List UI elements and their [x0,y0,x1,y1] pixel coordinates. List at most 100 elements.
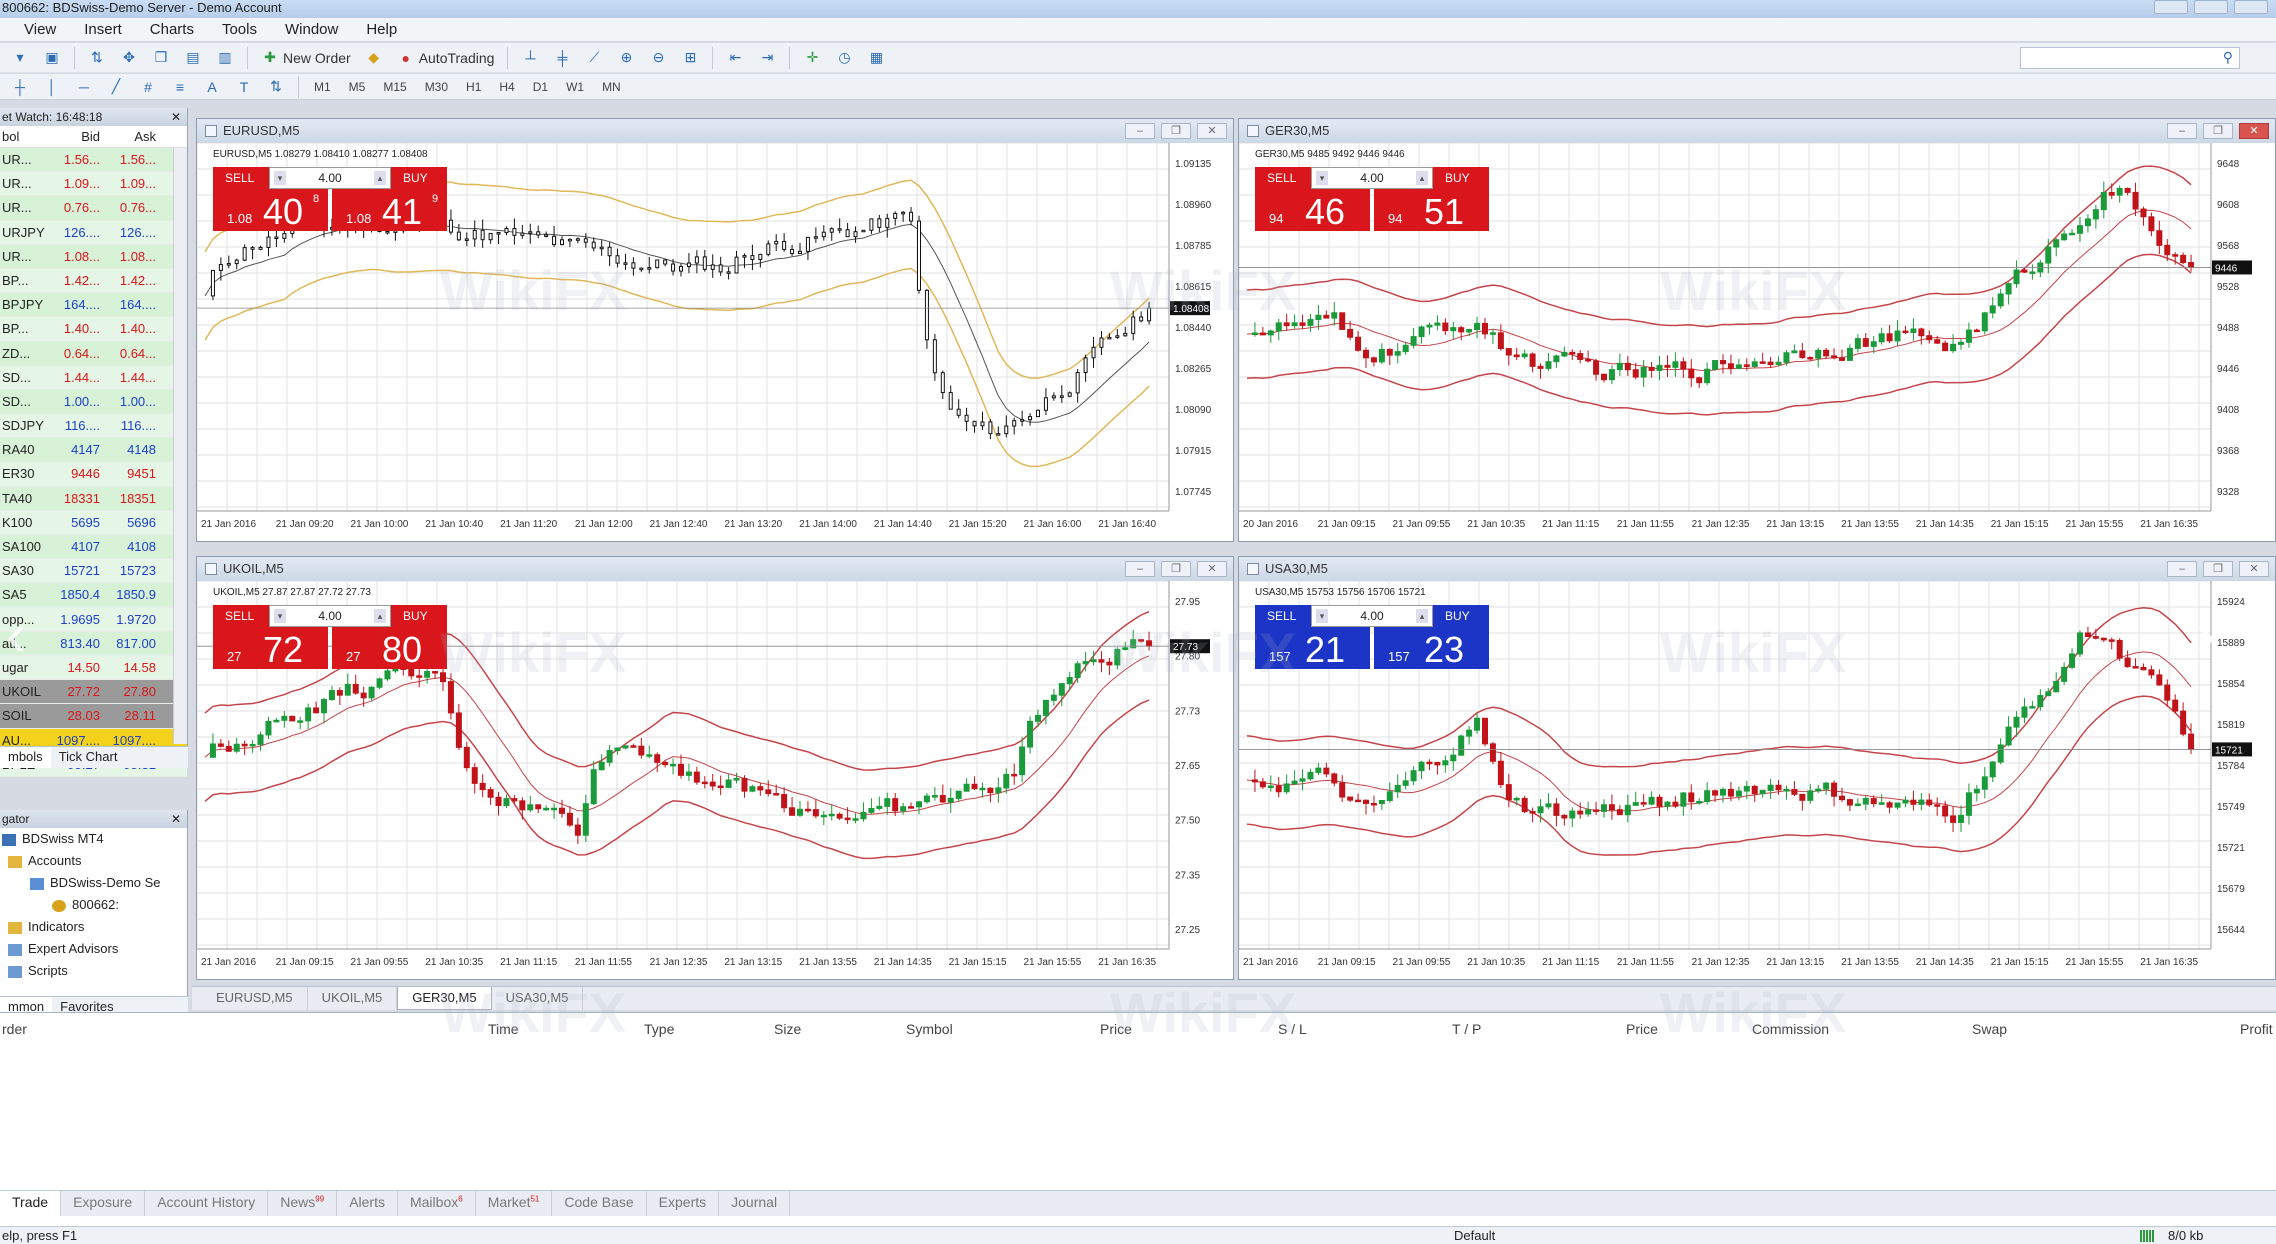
search-input[interactable]: ⚲ [2020,47,2240,69]
market-watch-row[interactable]: ER30 9446 9451 [0,462,187,487]
chart-restore-button[interactable]: ❐ [1161,123,1191,139]
timeframe-m30[interactable]: M30 [418,80,455,94]
symbol-column-header[interactable]: Symbol [906,1021,953,1037]
chart-close-button[interactable]: ✕ [1197,561,1227,577]
market-watch-row[interactable]: opp... 1.9695 1.9720 [0,607,187,632]
swap-column-header[interactable]: Swap [1972,1021,2007,1037]
chart-tab-ukoil[interactable]: UKOIL,M5 [308,987,398,1010]
timeframe-h1[interactable]: H1 [459,80,488,94]
ask-column-header[interactable]: Ask [104,126,160,147]
market-watch-row[interactable]: SD... 1.44... 1.44... [0,365,187,390]
chart-close-button[interactable]: ✕ [2239,123,2269,139]
buy-price-box[interactable]: 27 80 [332,627,447,670]
carousel-next-icon[interactable]: › [2196,600,2216,669]
buy-price-box[interactable]: 94 51 [1374,189,1489,232]
market-watch-row[interactable]: UR... 1.09... 1.09... [0,172,187,197]
market-watch-row[interactable]: TA40 18331 18351 [0,486,187,511]
lot-decrease-icon[interactable]: ▾ [274,171,286,185]
size-column-header[interactable]: Size [774,1021,801,1037]
nav-root[interactable]: BDSwiss MT4 [0,828,187,850]
tab-mailbox[interactable]: Mailbox6 [398,1191,476,1216]
menu-charts[interactable]: Charts [136,21,208,38]
new-chart-button[interactable]: ▾ [6,46,34,70]
lot-decrease-icon[interactable]: ▾ [1316,609,1328,623]
menu-help[interactable]: Help [352,21,411,38]
commission-column-header[interactable]: Commission [1752,1021,1829,1037]
chart-restore-button[interactable]: ❐ [2203,561,2233,577]
fibo-button[interactable]: ≡ [166,75,194,99]
tab-trade[interactable]: Trade [0,1191,62,1216]
timeframe-m15[interactable]: M15 [376,80,413,94]
market-watch-row[interactable]: UKOIL 27.72 27.80 [0,680,187,705]
lot-size-input[interactable]: ▾ 4.00 ▴ [269,167,391,189]
tab-symbols[interactable]: mbols [0,747,51,768]
nav-accounts[interactable]: Accounts [0,850,187,872]
market-watch-row[interactable]: SA30 15721 15723 [0,559,187,584]
market-watch-row[interactable]: BP... 1.42... 1.42... [0,268,187,294]
tp-column-header[interactable]: T / P [1452,1021,1481,1037]
buy-button[interactable]: BUY [391,167,447,189]
market-watch-row[interactable]: K100 5695 5696 [0,510,187,535]
carousel-prev-icon[interactable]: ‹ [6,600,26,669]
arrows-button[interactable]: ⇅ [262,75,290,99]
crosshair-button[interactable]: ┼ [6,75,34,99]
tab-code-base[interactable]: Code Base [552,1191,647,1216]
market-watch-row[interactable]: SA5 1850.4 1850.9 [0,583,187,608]
sl-column-header[interactable]: S / L [1278,1021,1307,1037]
chart-close-button[interactable]: ✕ [1197,123,1227,139]
market-watch-row[interactable]: UR... 1.56... 1.56... [0,148,187,173]
line-chart-button[interactable]: ⟋ [580,46,608,70]
type-column-header[interactable]: Type [644,1021,674,1037]
tab-exposure[interactable]: Exposure [61,1191,146,1216]
chart-window-usa30[interactable]: USA30,M5 – ❐ ✕ 157 21 15924 15889 15854 15819 15… [1238,556,2276,980]
profit-column-header[interactable]: Profit [2240,1021,2273,1037]
timeframe-m5[interactable]: M5 [342,80,373,94]
periods-button[interactable]: ◷ [830,46,858,70]
sell-price-box[interactable]: 157 21 [1255,627,1370,670]
market-watch-row[interactable]: ZD... 0.64... 0.64... [0,341,187,366]
tab-journal[interactable]: Journal [719,1191,791,1216]
profiles-button[interactable]: ▣ [38,46,66,70]
close-icon[interactable]: ✕ [171,108,181,126]
trendline-button[interactable]: ╱ [102,75,130,99]
tab-alerts[interactable]: Alerts [337,1191,398,1216]
chart-restore-button[interactable]: ❐ [1161,561,1191,577]
chart-restore-button[interactable]: ❐ [2203,123,2233,139]
timeframe-m1[interactable]: M1 [307,80,338,94]
data-window-button[interactable]: ✥ [115,46,143,70]
meta-editor-button[interactable]: ◆ [360,46,388,70]
navigator-button[interactable]: ❐ [147,46,175,70]
terminal-button[interactable]: ▤ [179,46,207,70]
chart-tab-usa30[interactable]: USA30,M5 [492,987,584,1010]
tile-windows-button[interactable]: ⊞ [676,46,704,70]
market-watch-button[interactable]: ⇅ [83,46,111,70]
buy-button[interactable]: BUY [391,605,447,627]
chart-minimize-button[interactable]: – [2167,561,2197,577]
market-watch-row[interactable]: ati... 813.40 817.00 [0,631,187,656]
horizontal-line-button[interactable]: ─ [70,75,98,99]
market-watch-row[interactable]: ugar 14.50 14.58 [0,655,187,681]
bar-chart-button[interactable]: ┴ [516,46,544,70]
timeframe-d1[interactable]: D1 [526,80,555,94]
lot-size-input[interactable]: ▾ 4.00 ▴ [1311,167,1433,189]
chart-minimize-button[interactable]: – [1125,561,1155,577]
market-watch-row[interactable]: UR... 0.76... 0.76... [0,196,187,221]
tester-button[interactable]: ▥ [211,46,239,70]
lot-increase-icon[interactable]: ▴ [374,609,386,623]
menu-window[interactable]: Window [271,21,352,38]
tab-tick-chart[interactable]: Tick Chart [51,747,126,768]
timeframe-h4[interactable]: H4 [492,80,521,94]
time-column-header[interactable]: Time [488,1021,519,1037]
lot-size-input[interactable]: ▾ 4.00 ▴ [269,605,391,627]
candlestick-button[interactable]: ╪ [548,46,576,70]
autoscroll-button[interactable]: ⇤ [721,46,749,70]
nav-experts[interactable]: Expert Advisors [0,938,187,960]
minimize-button[interactable] [2154,0,2188,14]
text-label-button[interactable]: T [230,75,258,99]
chart-window-ger30[interactable]: GER30,M5 – ❐ ✕ 94 46 9648 9608 9568 9528 9488 94 4… [1238,118,2276,542]
timeframe-w1[interactable]: W1 [559,80,591,94]
lot-increase-icon[interactable]: ▴ [1416,171,1428,185]
menu-insert[interactable]: Insert [70,21,136,38]
market-watch-row[interactable]: URJPY 126.... 126.... [0,220,187,245]
lot-size-input[interactable]: ▾ 4.00 ▴ [1311,605,1433,627]
